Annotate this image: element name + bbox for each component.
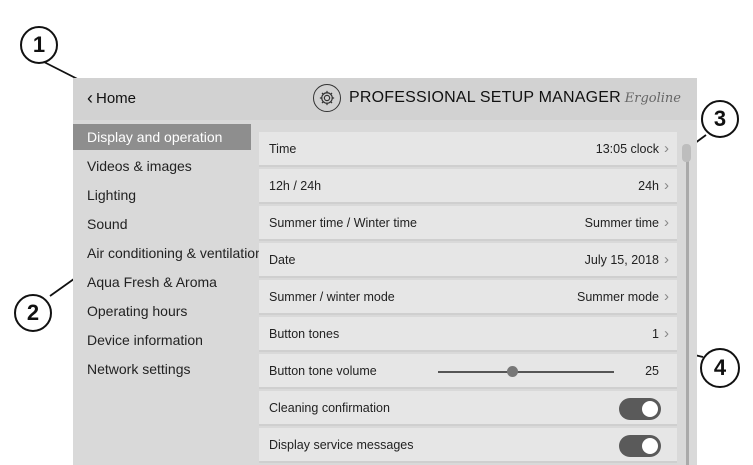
setting-value: 25 xyxy=(645,363,659,378)
setting-label: Display service messages xyxy=(269,437,414,452)
chevron-left-icon: ‹ xyxy=(87,87,93,108)
setting-row-display-service-messages: Display service messages xyxy=(259,428,677,463)
home-label: Home xyxy=(96,90,137,107)
gear-icon xyxy=(313,84,341,112)
cleaning-confirmation-toggle[interactable] xyxy=(619,398,661,420)
chevron-right-icon: › xyxy=(664,214,669,231)
service-messages-toggle[interactable] xyxy=(619,435,661,457)
setting-label: Summer / winter mode xyxy=(269,289,395,304)
setting-label: Summer time / Winter time xyxy=(269,215,417,230)
setting-label: Date xyxy=(269,252,296,267)
setting-value: Summer time xyxy=(584,215,659,230)
chevron-right-icon: › xyxy=(664,177,669,194)
header-bar: ‹ Home PROFESSIONAL SETUP MANAGER Ergoli… xyxy=(73,78,697,120)
chevron-right-icon: › xyxy=(664,140,669,157)
page-title: PROFESSIONAL SETUP MANAGER xyxy=(349,89,621,106)
chevron-right-icon: › xyxy=(664,325,669,342)
home-button[interactable]: ‹ Home xyxy=(87,87,137,108)
sidebar-item-device-information[interactable]: Device information xyxy=(73,326,251,355)
setting-label: Button tones xyxy=(269,326,340,341)
setting-row-date[interactable]: Date July 15, 2018 › xyxy=(259,243,677,278)
volume-slider-thumb[interactable] xyxy=(506,366,518,377)
toggle-knob xyxy=(642,438,658,454)
setting-row-12h-24h[interactable]: 12h / 24h 24h › xyxy=(259,169,677,204)
sidebar-item-lighting[interactable]: Lighting xyxy=(73,181,251,210)
chevron-right-icon: › xyxy=(664,288,669,305)
setting-label: Cleaning confirmation xyxy=(269,400,390,415)
setting-label: Button tone volume xyxy=(269,363,377,378)
sidebar-item-sound[interactable]: Sound xyxy=(73,210,251,239)
brand-logo: Ergoline xyxy=(624,91,681,106)
scrollbar-thumb[interactable] xyxy=(682,144,691,162)
sidebar-item-videos-images[interactable]: Videos & images xyxy=(73,152,251,181)
callout-1: 1 xyxy=(20,26,58,64)
callout-4: 4 xyxy=(700,348,740,388)
toggle-knob xyxy=(642,401,658,417)
setting-value: July 15, 2018 xyxy=(584,252,659,267)
settings-panel: Time 13:05 clock › 12h / 24h 24h › Summer … xyxy=(259,132,677,465)
sidebar-item-display-and-operation[interactable]: Display and operation xyxy=(73,124,251,150)
setting-label: 12h / 24h xyxy=(269,178,322,193)
setting-value: 24h xyxy=(638,178,659,193)
setting-row-cleaning-confirmation: Cleaning confirmation xyxy=(259,391,677,426)
setting-row-time[interactable]: Time 13:05 clock › xyxy=(259,132,677,167)
sidebar-item-air-conditioning[interactable]: Air conditioning & ventilation xyxy=(73,239,263,268)
volume-slider-track[interactable] xyxy=(438,371,614,373)
callout-2: 2 xyxy=(14,294,52,332)
sidebar-item-operating-hours[interactable]: Operating hours xyxy=(73,297,251,326)
setting-row-summer-winter-mode[interactable]: Summer / winter mode Summer mode › xyxy=(259,280,677,315)
setting-row-button-tones[interactable]: Button tones 1 › xyxy=(259,317,677,352)
device-screen: ‹ Home PROFESSIONAL SETUP MANAGER Ergoli… xyxy=(73,78,697,465)
title-group: PROFESSIONAL SETUP MANAGER xyxy=(313,84,621,112)
setting-row-summer-winter-time[interactable]: Summer time / Winter time Summer time › xyxy=(259,206,677,241)
sidebar-item-aqua-fresh[interactable]: Aqua Fresh & Aroma xyxy=(73,268,251,297)
setting-value: 1 xyxy=(652,326,659,341)
setting-label: Time xyxy=(269,141,297,156)
setting-value: Summer mode xyxy=(577,289,659,304)
sidebar: Display and operation Videos & images Li… xyxy=(73,124,263,384)
chevron-right-icon: › xyxy=(664,251,669,268)
setting-value: 13:05 clock xyxy=(595,141,659,156)
scrollbar-track[interactable] xyxy=(686,146,689,465)
callout-3: 3 xyxy=(701,100,739,138)
setting-row-button-tone-volume: Button tone volume 25 xyxy=(259,354,677,389)
sidebar-item-network-settings[interactable]: Network settings xyxy=(73,355,251,384)
